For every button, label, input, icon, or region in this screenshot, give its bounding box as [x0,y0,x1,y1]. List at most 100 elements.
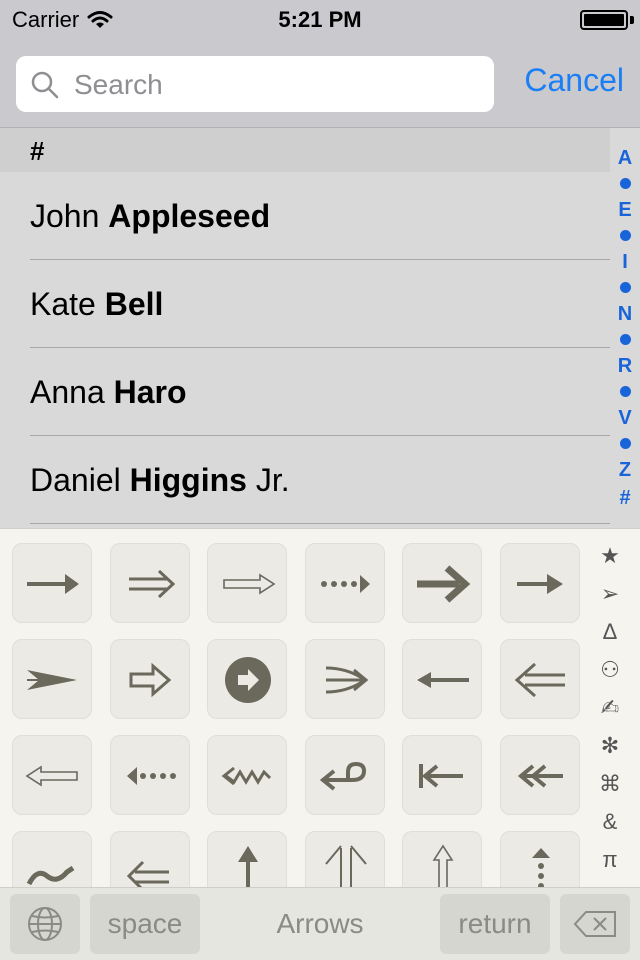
contact-first-name: John [30,198,100,234]
battery-icon [580,10,628,30]
search-input[interactable]: Search [16,56,494,112]
section-index-bar[interactable]: A E I N R V Z # [610,128,640,528]
outline-block-arrow-key[interactable] [110,639,190,719]
loop-arrow-left-icon [319,761,367,791]
contact-name: Kate Bell [30,286,163,323]
status-bar: Carrier 5:21 PM [0,0,640,40]
search-bar: Search Cancel [0,40,640,128]
category-arrows-icon[interactable]: ➢ [590,581,630,607]
return-button[interactable]: return [440,894,550,954]
triple-arrow-right-icon [325,666,369,694]
index-dot [620,230,631,241]
outline-arrow-right-icon [223,573,276,595]
bold-arrow-right-key[interactable] [500,543,580,623]
dotted-arrow-right-icon [321,575,370,593]
dotted-arrow-left-icon [127,767,176,785]
space-button[interactable]: space [90,894,200,954]
arrows-keyboard: ★ ➢ Δ ⚇ ✍ ✻ ⌘ & π space Arrows return [0,528,640,960]
index-letter[interactable]: E [610,197,640,223]
double-headed-arrow-left-icon [517,764,563,788]
index-letter[interactable]: Z [610,457,640,483]
contacts-list: # John Appleseed Kate Bell Anna Haro Dan… [0,128,640,528]
category-bar: ★ ➢ Δ ⚇ ✍ ✻ ⌘ & π [590,529,630,889]
wave-arrow-left-key[interactable] [207,735,287,815]
contact-name: John Appleseed [30,198,270,235]
category-symbols-icon[interactable]: ★ [590,543,630,569]
arrow-left-to-bar-key[interactable] [402,735,482,815]
dotted-arrow-right-key[interactable] [305,543,385,623]
index-letter[interactable]: N [610,301,640,327]
outline-arrow-right-key[interactable] [207,543,287,623]
delete-button[interactable] [560,894,630,954]
contact-first-name: Kate [30,286,96,322]
contact-name: Anna Haro [30,374,187,411]
index-letter[interactable]: A [610,145,640,171]
contact-first-name: Anna [30,374,105,410]
outline-arrow-left-icon [25,765,78,787]
arrow-left-to-bar-icon [419,764,463,788]
category-technical-icon[interactable]: ⌘ [590,771,630,797]
contact-row[interactable]: Anna Haro [0,348,610,436]
contact-last-name: Appleseed [108,198,271,234]
wave-arrow-left-icon [221,766,272,786]
dotted-arrow-left-key[interactable] [110,735,190,815]
keyboard-bottom-bar: space Arrows return [0,887,640,960]
row-divider [30,523,610,524]
arrow-right-icon [27,574,79,594]
index-letter[interactable]: R [610,353,640,379]
search-placeholder: Search [74,69,163,100]
index-dot [620,334,631,345]
heavy-arrow-right-key[interactable] [402,543,482,623]
double-arrow-left-key[interactable] [500,639,580,719]
status-time: 5:21 PM [278,7,362,32]
cancel-button[interactable]: Cancel [500,62,624,99]
contact-last-name: Higgins [129,462,247,498]
index-letter[interactable]: I [610,249,640,275]
search-icon [31,71,59,99]
section-header-label: # [30,136,45,166]
arrow-left-icon [417,672,469,688]
triple-arrow-right-key[interactable] [305,639,385,719]
contact-last-name: Haro [113,374,187,410]
contact-name: Daniel Higgins Jr. [30,462,290,499]
battery-tip [630,16,634,24]
dart-arrow-right-icon [27,670,77,690]
index-dot [620,438,631,449]
double-arrow-left-icon [514,662,565,698]
category-writing-icon[interactable]: ✍ [590,695,630,721]
contact-last-name: Bell [104,286,164,322]
loop-arrow-left-key[interactable] [305,735,385,815]
category-name-label: Arrows [276,908,364,939]
category-faces-icon[interactable]: ⚇ [590,657,630,683]
contact-suffix: Jr. [255,462,290,498]
circled-arrow-right-key[interactable] [207,639,287,719]
index-letter[interactable]: V [610,405,640,431]
arrow-right-key[interactable] [12,543,92,623]
index-dot [620,386,631,397]
index-dot [620,178,631,189]
double-headed-arrow-left-key[interactable] [500,735,580,815]
index-dot [620,282,631,293]
bold-arrow-right-icon [517,574,563,594]
globe-icon [28,907,62,941]
arrow-left-key[interactable] [402,639,482,719]
contact-row[interactable]: Kate Bell [0,260,610,348]
heavy-arrow-right-icon [417,565,471,603]
category-punctuation-icon[interactable]: & [590,809,630,835]
double-arrow-right-icon [129,569,176,599]
category-greek-icon[interactable]: π [590,847,630,873]
index-letter[interactable]: # [610,485,640,511]
outline-block-arrow-icon [129,662,172,698]
contact-row[interactable]: Daniel Higgins Jr. [0,436,610,524]
outline-arrow-left-key[interactable] [12,735,92,815]
dart-arrow-right-key[interactable] [12,639,92,719]
section-header: # [0,128,610,172]
category-stars-icon[interactable]: ✻ [590,733,630,759]
contact-row[interactable]: John Appleseed [0,172,610,260]
contact-first-name: Daniel [30,462,121,498]
globe-button[interactable] [10,894,80,954]
circled-arrow-right-icon [225,657,271,703]
backspace-icon [573,911,616,937]
double-arrow-right-key[interactable] [110,543,190,623]
category-math-icon[interactable]: Δ [590,619,630,645]
